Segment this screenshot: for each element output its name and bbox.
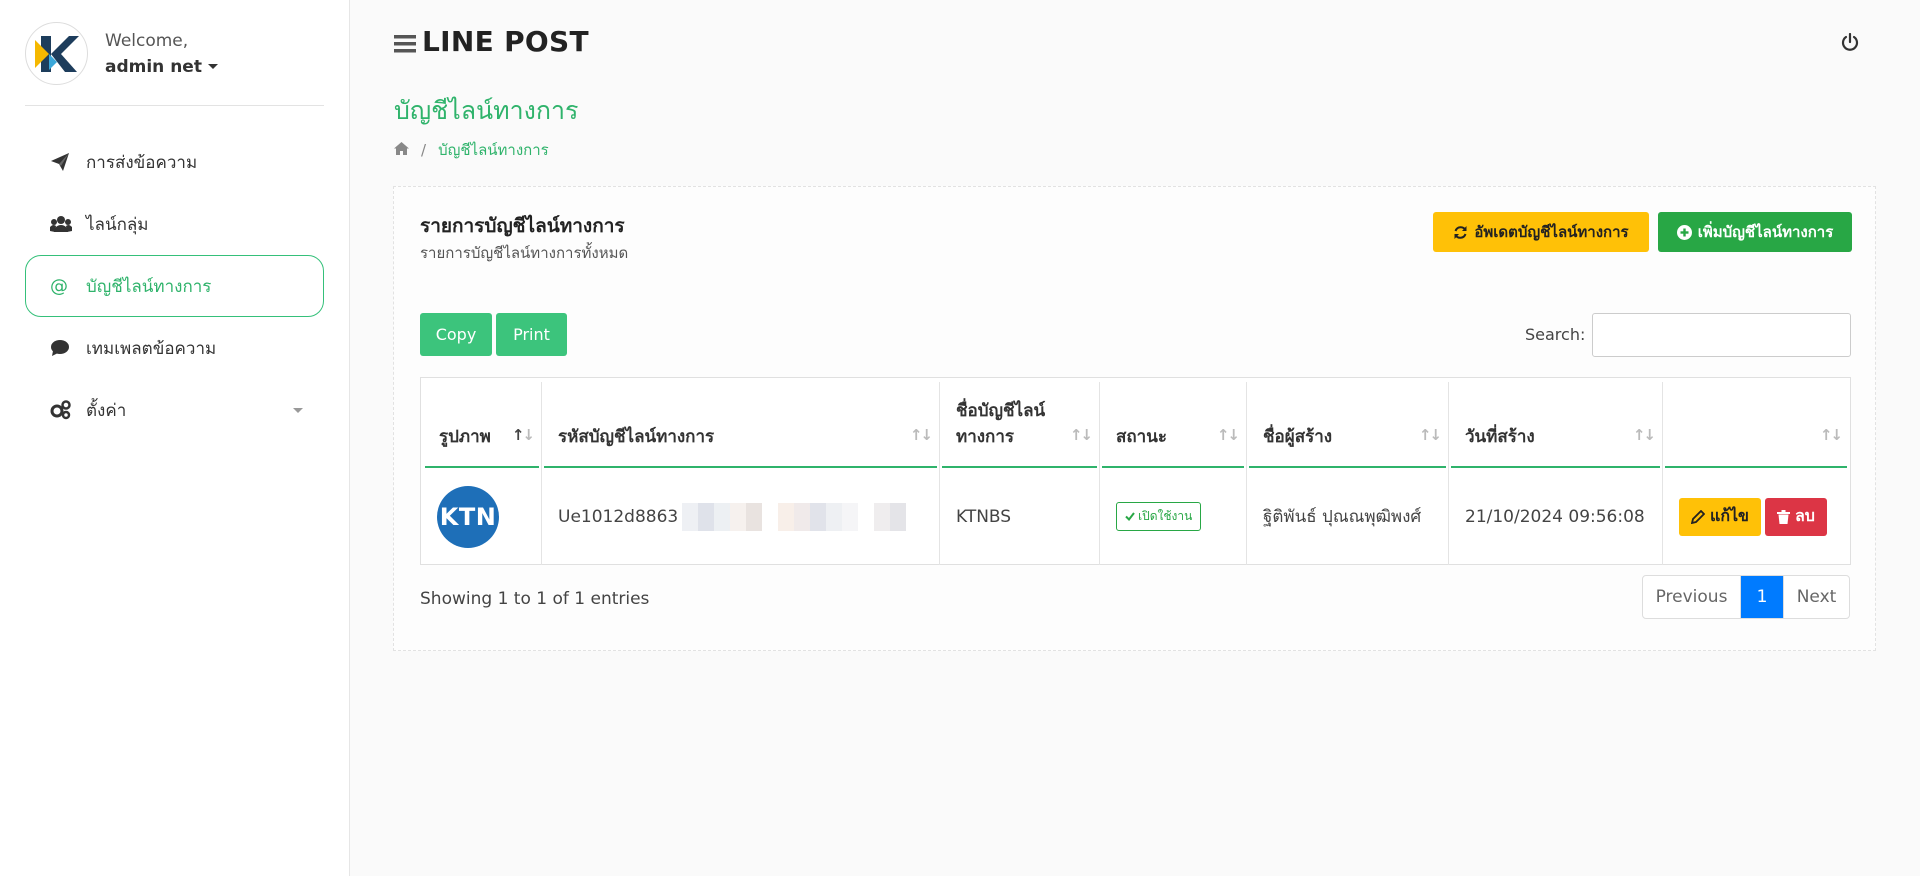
sidebar-item-send-message[interactable]: การส่งข้อความ — [25, 131, 324, 193]
check-icon — [1125, 512, 1135, 521]
search-input[interactable] — [1592, 313, 1851, 357]
sidebar-divider — [25, 105, 324, 106]
table-row-cell-actions: แก้ไข ลบ — [1663, 468, 1850, 565]
plus-circle-icon — [1676, 224, 1692, 240]
sidebar-item-label: การส่งข้อความ — [86, 152, 198, 173]
table-row-cell-image: KTN — [421, 468, 542, 565]
sort-icon: ↑↓ — [1418, 426, 1442, 444]
sidebar: Welcome, admin net การส่งข้อความ ไลน์กลุ… — [0, 0, 350, 876]
column-header-created[interactable]: วันที่สร้าง ↑↓ — [1449, 382, 1663, 468]
hamburger-menu-icon[interactable] — [394, 34, 416, 58]
page-1-button[interactable]: 1 — [1741, 576, 1783, 618]
paper-plane-icon — [50, 152, 86, 172]
home-icon[interactable] — [394, 141, 409, 159]
accounts-table: รูปภาพ ↑↓ รหัสบัญชีไลน์ทางการ ↑↓ ชื่อบัญ… — [420, 377, 1851, 565]
search-label: Search: — [1525, 325, 1586, 344]
sidebar-item-official-accounts[interactable]: @ บัญชีไลน์ทางการ — [25, 255, 324, 317]
add-account-button[interactable]: เพิ่มบัญชีไลน์ทางการ — [1658, 212, 1852, 252]
previous-page-button[interactable]: Previous — [1643, 576, 1741, 618]
edit-button[interactable]: แก้ไข — [1679, 497, 1761, 536]
column-header-account-id[interactable]: รหัสบัญชีไลน์ทางการ ↑↓ — [542, 382, 940, 468]
sidebar-item-message-templates[interactable]: เทมเพลตข้อความ — [25, 317, 324, 379]
page-title: บัญชีไลน์ทางการ — [394, 96, 579, 125]
sort-icon: ↑↓ — [1632, 426, 1656, 444]
sidebar-item-settings[interactable]: ตั้งค่า — [25, 379, 324, 441]
breadcrumb: / บัญชีไลน์ทางการ — [394, 138, 549, 162]
users-icon — [50, 214, 86, 234]
sort-icon: ↑↓ — [909, 426, 933, 444]
comment-icon — [50, 339, 86, 357]
column-header-status[interactable]: สถานะ ↑↓ — [1100, 382, 1247, 468]
at-icon: @ — [50, 275, 68, 297]
avatar — [25, 22, 88, 85]
table-row-cell-account-id: Ue1012d8863 — [542, 468, 940, 565]
sidebar-item-label: บัญชีไลน์ทางการ — [86, 276, 212, 297]
accounts-card: รายการบัญชีไลน์ทางการ รายการบัญชีไลน์ทาง… — [393, 186, 1876, 651]
user-profile: Welcome, admin net — [25, 22, 218, 85]
add-account-label: เพิ่มบัญชีไลน์ทางการ — [1697, 223, 1834, 241]
table-row-cell-status: เปิดใช้งาน — [1100, 468, 1247, 565]
sidebar-item-line-groups[interactable]: ไลน์กลุ่ม — [25, 193, 324, 255]
gears-icon — [50, 400, 86, 420]
delete-button[interactable]: ลบ — [1764, 497, 1827, 536]
sort-icon: ↑↓ — [511, 426, 535, 444]
entries-info: Showing 1 to 1 of 1 entries — [420, 589, 650, 609]
brand-title: LINE POST — [422, 25, 589, 58]
table-row-cell-creator: ฐิติพันธ์ ปุณณพุฒิพงศ์ — [1247, 468, 1449, 565]
user-menu-toggle[interactable]: admin net — [105, 54, 218, 80]
card-subtitle: รายการบัญชีไลน์ทางการทั้งหมด — [420, 244, 629, 262]
trash-icon — [1776, 509, 1790, 524]
welcome-text: Welcome, — [105, 30, 189, 51]
column-header-account-name[interactable]: ชื่อบัญชีไลน์ ทางการ ↑↓ — [940, 382, 1100, 468]
status-badge: เปิดใช้งาน — [1116, 502, 1202, 531]
table-row-cell-name: KTNBS — [940, 468, 1100, 565]
update-accounts-button[interactable]: อัพเดตบัญชีไลน์ทางการ — [1433, 212, 1649, 252]
table-row-cell-created: 21/10/2024 09:56:08 — [1449, 468, 1663, 565]
next-page-button[interactable]: Next — [1783, 576, 1849, 618]
sort-icon: ↑↓ — [1216, 426, 1240, 444]
user-name: admin net — [105, 56, 202, 77]
sidebar-item-label: ไลน์กลุ่ม — [86, 214, 149, 235]
pencil-icon — [1691, 509, 1705, 524]
redacted-mask — [682, 502, 907, 531]
k-logo-icon — [34, 35, 79, 72]
pagination: Previous 1 Next — [1642, 575, 1850, 619]
sidebar-item-label: ตั้งค่า — [86, 400, 127, 421]
breadcrumb-current: บัญชีไลน์ทางการ — [438, 141, 549, 159]
copy-button[interactable]: Copy — [420, 313, 492, 356]
caret-down-icon — [207, 64, 218, 69]
column-header-actions[interactable]: ↑↓ — [1663, 382, 1849, 468]
column-header-image[interactable]: รูปภาพ ↑↓ — [423, 382, 542, 468]
power-icon[interactable] — [1841, 32, 1859, 55]
update-accounts-label: อัพเดตบัญชีไลน์ทางการ — [1474, 223, 1629, 241]
card-title: รายการบัญชีไลน์ทางการ — [420, 215, 625, 237]
account-avatar: KTN — [437, 485, 499, 548]
print-button[interactable]: Print — [496, 313, 567, 356]
sort-icon: ↑↓ — [1819, 426, 1843, 444]
sidebar-item-label: เทมเพลตข้อความ — [86, 338, 217, 359]
breadcrumb-separator: / — [421, 141, 427, 159]
sidebar-nav: การส่งข้อความ ไลน์กลุ่ม @ บัญชีไลน์ทางกา… — [25, 131, 324, 441]
column-header-creator[interactable]: ชื่อผู้สร้าง ↑↓ — [1247, 382, 1449, 468]
sort-icon: ↑↓ — [1069, 426, 1093, 444]
caret-down-icon — [293, 408, 303, 413]
refresh-icon — [1453, 225, 1468, 240]
